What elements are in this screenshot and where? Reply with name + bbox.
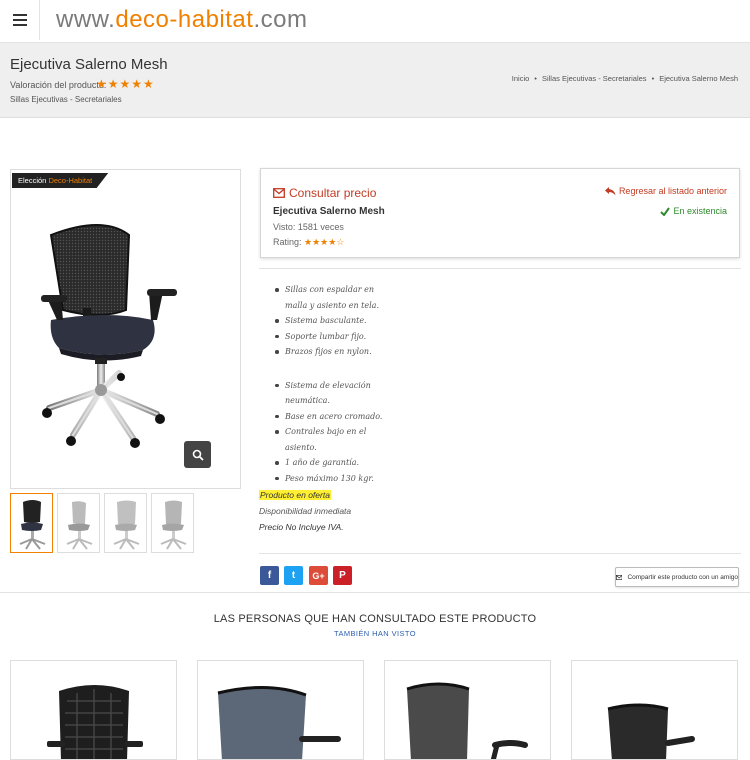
facebook-share-button[interactable]: f <box>260 566 279 585</box>
feature-item: Sillas con espaldar en malla y asiento e… <box>273 282 393 313</box>
product-features: Sillas con espaldar en malla y asiento e… <box>273 282 393 486</box>
breadcrumb-home[interactable]: Inicio <box>512 74 530 83</box>
feature-item: Soporte lumbar fijo. <box>273 329 393 345</box>
related-products-title: LAS PERSONAS QUE HAN CONSULTADO ESTE PRO… <box>213 613 537 625</box>
stock-status: En existencia <box>660 206 727 216</box>
googleplus-icon: G+ <box>312 570 325 581</box>
logo-name: habitat <box>177 6 254 33</box>
related-product-card[interactable] <box>197 660 364 760</box>
search-icon <box>192 449 204 461</box>
twitter-share-button[interactable]: t <box>284 566 303 585</box>
thumbnail-chair-image <box>66 501 93 550</box>
stock-label: En existencia <box>673 206 727 216</box>
thumbnail-2[interactable] <box>57 493 100 553</box>
related-chair-image <box>406 682 528 759</box>
breadcrumb-category[interactable]: Sillas Ejecutivas - Secretariales <box>542 74 647 83</box>
thumbnail-chair-image <box>160 500 187 550</box>
thumbnail-chair-image <box>113 500 140 550</box>
rating-stars-small: ★★★★☆ <box>304 237 345 247</box>
feature-item: Peso máximo 130 kgr. <box>273 471 393 487</box>
related-products-subtitle: TAMBIÉN HAN VISTO <box>334 629 416 638</box>
offer-label: Producto en oferta <box>259 490 331 500</box>
view-count: Visto: 1581 veces <box>273 222 344 232</box>
checkmark-icon <box>660 206 671 216</box>
twitter-icon: t <box>291 570 296 581</box>
breadcrumb: Inicio • Sillas Ejecutivas - Secretariales… <box>512 74 738 83</box>
thumbnail-4[interactable] <box>151 493 194 553</box>
related-chair-image <box>217 686 341 759</box>
zoom-button[interactable] <box>184 441 211 468</box>
reply-arrow-icon <box>604 186 616 195</box>
logo-suffix: .com <box>253 6 308 33</box>
product-title-band: Ejecutiva Salerno Mesh Valoración del pr… <box>0 43 750 118</box>
feature-item: Contrales bajo en el asiento. <box>273 424 393 455</box>
availability-label: Disponibilidad inmediata <box>259 506 352 516</box>
product-main-image[interactable]: Elección Deco-Habitat <box>10 169 241 489</box>
rating-stars: ★★★★★ <box>96 77 155 91</box>
product-rating: Rating: ★★★★☆ <box>273 237 344 248</box>
consult-price-label: Consultar precio <box>289 186 377 200</box>
divider <box>259 553 741 554</box>
features-list-1: Sillas con espaldar en malla y asiento e… <box>273 282 393 360</box>
googleplus-share-button[interactable]: G+ <box>309 566 328 585</box>
breadcrumb-separator: • <box>534 74 537 83</box>
feature-item: Brazos fijos en nylon. <box>273 344 393 360</box>
hamburger-icon[interactable] <box>0 0 40 40</box>
feature-item: Sistema de elevación neumática. <box>273 378 393 409</box>
feature-item: Sistema basculante. <box>273 313 393 329</box>
site-logo[interactable]: www.deco-habitat.com <box>56 6 307 34</box>
rating-text: Rating: <box>273 237 302 247</box>
logo-brand: deco <box>115 6 170 33</box>
page-title: Ejecutiva Salerno Mesh <box>10 56 168 73</box>
product-info-box: Consultar precio Ejecutiva Salerno Mesh … <box>260 168 740 258</box>
related-chair-image <box>607 703 695 759</box>
thumbnail-1[interactable] <box>10 493 53 553</box>
related-product-card[interactable] <box>10 660 177 760</box>
rating-label: Valoración del producto: <box>10 80 107 90</box>
related-chair-image <box>47 685 143 759</box>
logo-prefix: www. <box>56 6 116 33</box>
related-product-card[interactable] <box>571 660 738 760</box>
thumbnail-3[interactable] <box>104 493 147 553</box>
top-header: www.deco-habitat.com <box>0 0 750 43</box>
envelope-icon <box>616 574 623 580</box>
feature-item: 1 año de garantía. <box>273 455 393 471</box>
product-name: Ejecutiva Salerno Mesh <box>273 206 385 217</box>
thumbnail-chair-image <box>19 500 46 550</box>
features-list-2: Sistema de elevación neumática. Base en … <box>273 378 393 487</box>
share-with-friend-button[interactable]: Compartir este producto con un amigo <box>615 567 739 587</box>
related-product-card[interactable] <box>384 660 551 760</box>
share-with-friend-label: Compartir este producto con un amigo <box>627 573 738 581</box>
facebook-icon: f <box>267 570 272 581</box>
breadcrumb-separator: • <box>651 74 655 83</box>
back-to-list-label: Regresar al listado anterior <box>618 186 727 196</box>
logo-dash: - <box>169 6 178 33</box>
consult-price-button[interactable]: Consultar precio <box>273 186 376 200</box>
category-link[interactable]: Sillas Ejecutivas - Secretariales <box>10 95 122 104</box>
feature-item: Base en acero cromado. <box>273 409 393 425</box>
divider <box>259 268 741 269</box>
pinterest-icon: P <box>339 570 346 581</box>
envelope-icon <box>273 188 285 198</box>
section-divider <box>0 592 750 593</box>
breadcrumb-current: Ejecutiva Salerno Mesh <box>659 74 738 83</box>
iva-note: Precio No Incluye IVA. <box>259 522 344 532</box>
back-to-list-link[interactable]: Regresar al listado anterior <box>604 186 727 196</box>
pinterest-share-button[interactable]: P <box>333 566 352 585</box>
